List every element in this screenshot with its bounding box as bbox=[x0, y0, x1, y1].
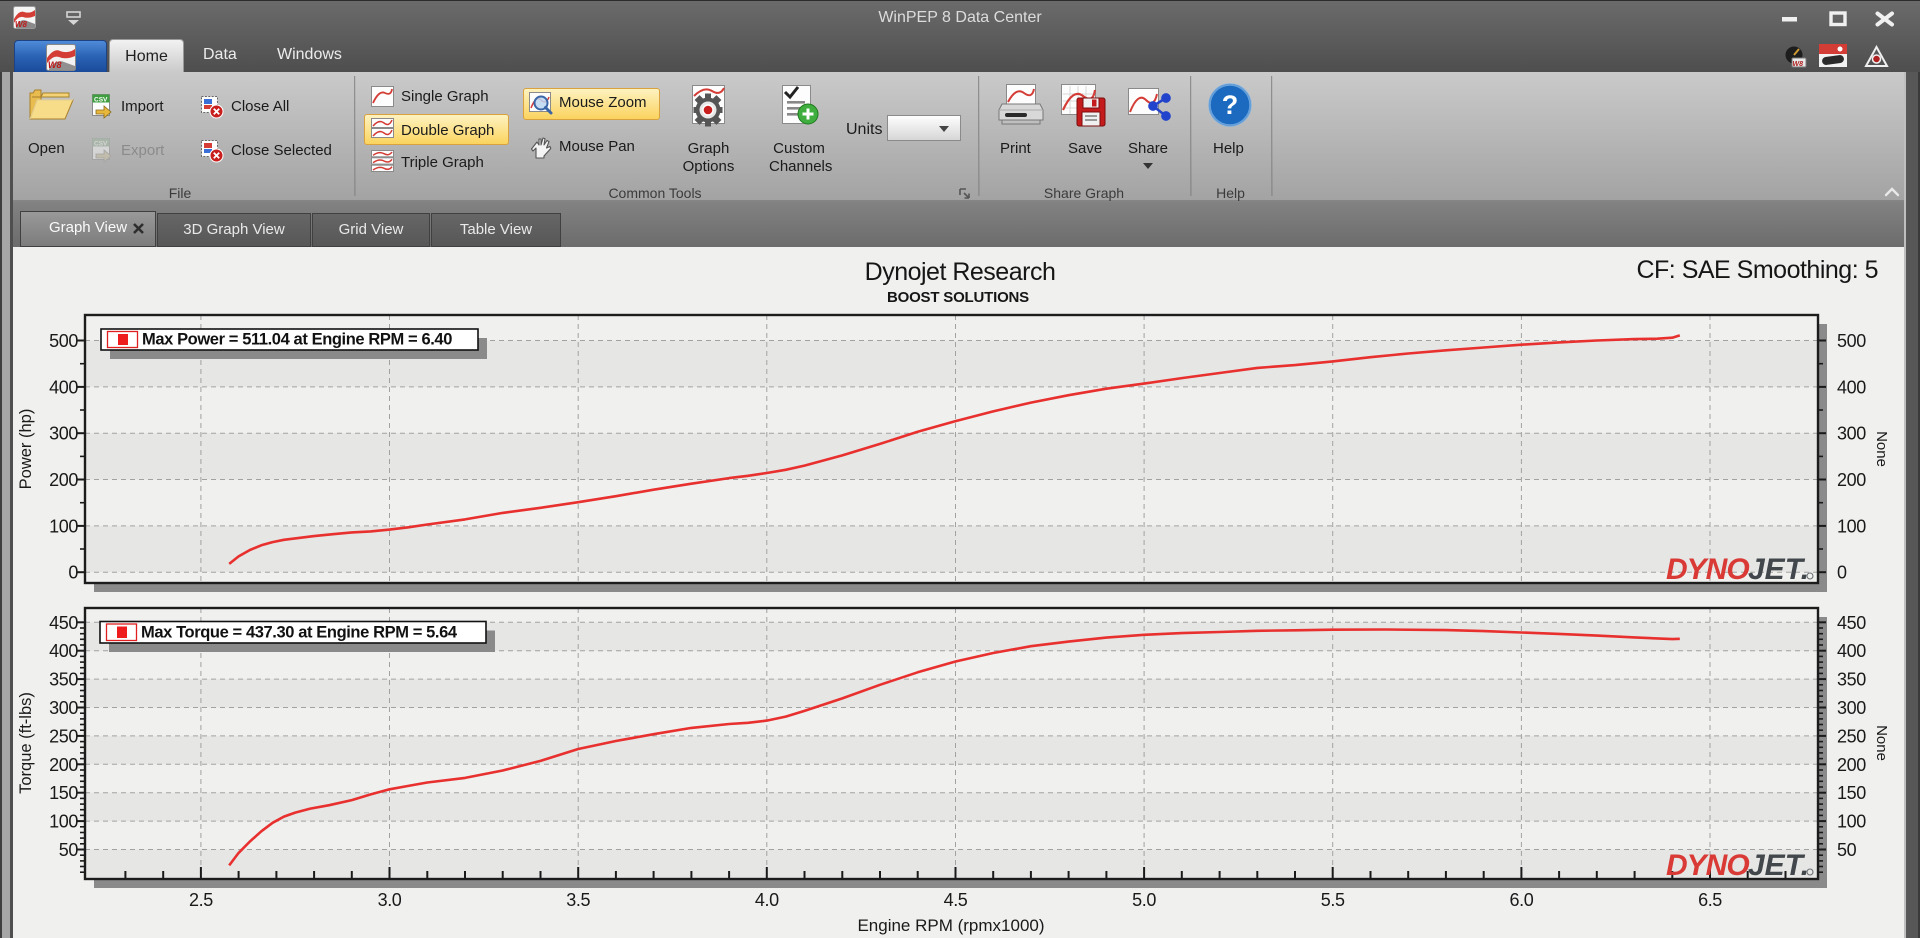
svg-text:Engine RPM (rpmx1000): Engine RPM (rpmx1000) bbox=[857, 916, 1044, 935]
svg-text:100: 100 bbox=[1837, 812, 1866, 832]
svg-text:W8: W8 bbox=[48, 60, 62, 70]
svg-text:50: 50 bbox=[1837, 840, 1857, 860]
svg-text:450: 450 bbox=[1837, 613, 1866, 633]
svg-text:Power (hp): Power (hp) bbox=[17, 409, 35, 490]
svg-text:350: 350 bbox=[49, 670, 78, 690]
svg-text:0: 0 bbox=[68, 563, 78, 583]
svg-text:200: 200 bbox=[1837, 470, 1866, 490]
svg-text:250: 250 bbox=[1837, 726, 1866, 746]
svg-text:JET.: JET. bbox=[1748, 849, 1809, 882]
svg-text:250: 250 bbox=[49, 726, 78, 746]
svg-text:50: 50 bbox=[59, 840, 79, 860]
svg-text:3.0: 3.0 bbox=[378, 890, 402, 910]
svg-text:450: 450 bbox=[49, 613, 78, 633]
svg-text:CSV: CSV bbox=[94, 97, 108, 104]
svg-text:200: 200 bbox=[49, 470, 78, 490]
svg-text:300: 300 bbox=[1837, 698, 1866, 718]
svg-text:4.5: 4.5 bbox=[944, 890, 968, 910]
svg-text:200: 200 bbox=[1837, 755, 1866, 775]
svg-text:300: 300 bbox=[1837, 424, 1866, 444]
svg-text:400: 400 bbox=[49, 641, 78, 661]
svg-text:500: 500 bbox=[49, 331, 78, 351]
svg-text:DYNO: DYNO bbox=[1666, 553, 1749, 586]
svg-text:100: 100 bbox=[49, 516, 78, 536]
svg-text:400: 400 bbox=[49, 377, 78, 397]
svg-text:None: None bbox=[1873, 431, 1890, 467]
svg-text:Max Power = 511.04 at Engine R: Max Power = 511.04 at Engine RPM = 6.40 bbox=[142, 331, 452, 349]
svg-text:3.5: 3.5 bbox=[566, 890, 590, 910]
svg-text:300: 300 bbox=[49, 424, 78, 444]
svg-text:400: 400 bbox=[1837, 377, 1866, 397]
svg-text:150: 150 bbox=[49, 783, 78, 803]
svg-text:350: 350 bbox=[1837, 670, 1866, 690]
svg-text:2.5: 2.5 bbox=[189, 890, 213, 910]
svg-text:?: ? bbox=[1222, 90, 1239, 120]
svg-text:BOOST SOLUTIONS: BOOST SOLUTIONS bbox=[887, 289, 1029, 306]
svg-text:100: 100 bbox=[1837, 516, 1866, 536]
svg-text:400: 400 bbox=[1837, 641, 1866, 661]
svg-text:0: 0 bbox=[1837, 563, 1847, 583]
svg-text:Torque (ft-lbs): Torque (ft-lbs) bbox=[17, 692, 35, 794]
svg-text:5.0: 5.0 bbox=[1132, 890, 1156, 910]
svg-text:500: 500 bbox=[1837, 331, 1866, 351]
svg-text:6.5: 6.5 bbox=[1698, 890, 1722, 910]
svg-text:None: None bbox=[1873, 725, 1890, 761]
svg-text:CSV: CSV bbox=[94, 141, 108, 148]
svg-text:200: 200 bbox=[49, 755, 78, 775]
svg-text:6.0: 6.0 bbox=[1509, 890, 1533, 910]
svg-text:Max Torque = 437.30 at Engine: Max Torque = 437.30 at Engine RPM = 5.64 bbox=[141, 624, 458, 642]
svg-text:W8: W8 bbox=[1793, 61, 1804, 68]
svg-text:DYNO: DYNO bbox=[1666, 849, 1749, 882]
svg-text:5.5: 5.5 bbox=[1321, 890, 1345, 910]
svg-text:300: 300 bbox=[49, 698, 78, 718]
svg-text:JET.: JET. bbox=[1748, 553, 1809, 586]
svg-text:150: 150 bbox=[1837, 783, 1866, 803]
svg-text:100: 100 bbox=[49, 812, 78, 832]
svg-text:Dynojet Research: Dynojet Research bbox=[865, 258, 1056, 286]
svg-text:CF: SAE Smoothing: 5: CF: SAE Smoothing: 5 bbox=[1636, 256, 1878, 284]
svg-text:4.0: 4.0 bbox=[755, 890, 779, 910]
